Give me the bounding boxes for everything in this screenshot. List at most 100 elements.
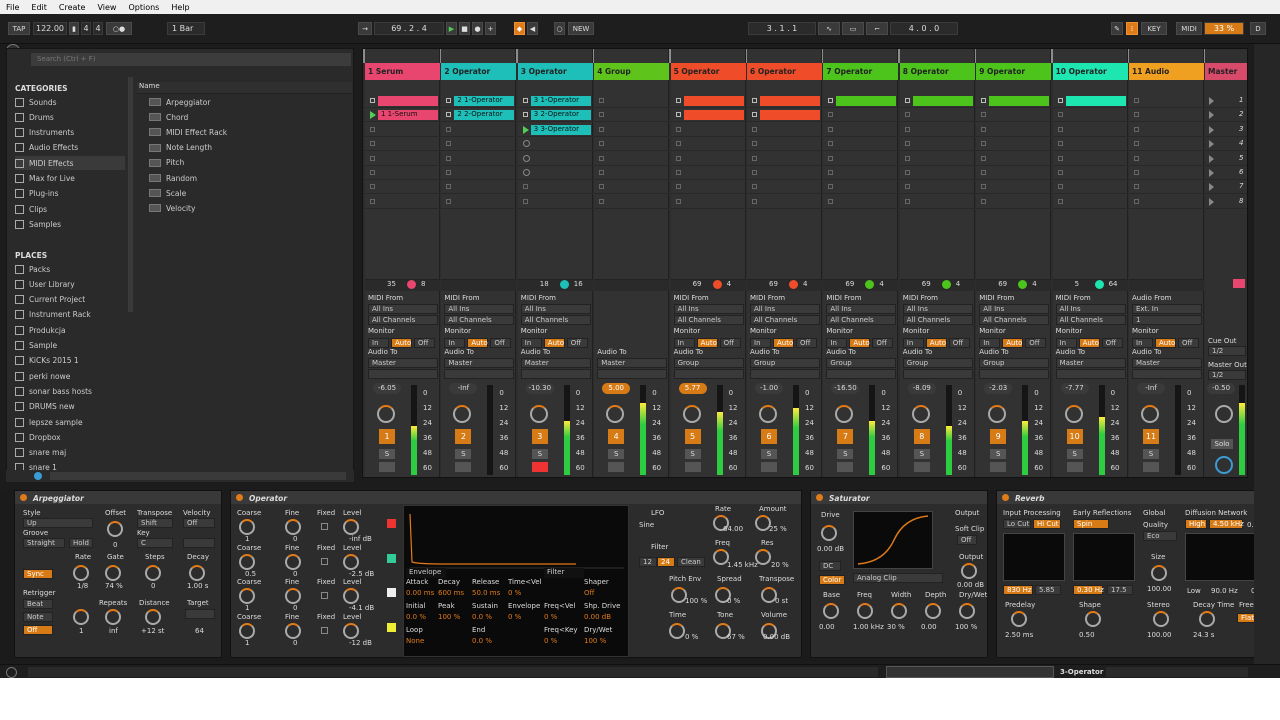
- freqkey-value[interactable]: 0 %: [544, 637, 557, 645]
- solo-button[interactable]: S: [379, 449, 395, 459]
- input-select[interactable]: All Ins: [368, 304, 438, 314]
- arm-button[interactable]: [684, 462, 701, 472]
- solo-button[interactable]: S: [608, 449, 625, 459]
- loop-length[interactable]: 4 . 0 . 0: [890, 22, 958, 35]
- sync-button[interactable]: Sync: [23, 569, 53, 579]
- clip-launch-icon[interactable]: [370, 111, 376, 120]
- clip-slot[interactable]: [1129, 108, 1204, 123]
- volume-value[interactable]: -Inf: [1137, 383, 1165, 394]
- category-midi-effects[interactable]: MIDI Effects: [15, 156, 125, 171]
- low-freq[interactable]: 90.0 Hz: [1211, 587, 1238, 595]
- place-item[interactable]: Instrument Rack: [15, 308, 125, 322]
- input-select[interactable]: All Ins: [673, 304, 744, 314]
- slot-stop-icon[interactable]: [675, 155, 681, 161]
- output-select[interactable]: Group: [750, 358, 820, 368]
- slot-stop-icon[interactable]: [446, 141, 452, 147]
- color-button[interactable]: Color: [819, 575, 845, 585]
- output-sub-select[interactable]: [1132, 369, 1202, 379]
- slot-stop-icon[interactable]: [599, 98, 605, 103]
- high-freq[interactable]: 4.50 kHz: [1209, 519, 1244, 529]
- slot-stop-icon[interactable]: [370, 198, 375, 204]
- track-activator-button[interactable]: 2: [455, 429, 472, 444]
- clip[interactable]: [989, 96, 1050, 106]
- clip-slot[interactable]: [976, 180, 1052, 195]
- monitor-in-button[interactable]: In: [444, 338, 466, 348]
- clip[interactable]: [912, 96, 973, 106]
- shape-value[interactable]: 0.50: [1079, 631, 1095, 639]
- spin-button[interactable]: Spin: [1073, 519, 1109, 529]
- size-knob[interactable]: [1151, 565, 1167, 581]
- pan-knob[interactable]: [529, 405, 548, 423]
- beat-button[interactable]: Beat: [23, 599, 53, 609]
- solo-button[interactable]: S: [837, 449, 854, 459]
- clip-slot[interactable]: [1052, 180, 1128, 195]
- loop-value[interactable]: None: [406, 637, 424, 645]
- clip-slot[interactable]: [441, 195, 517, 209]
- clip-slot[interactable]: [670, 108, 746, 123]
- release-value[interactable]: 50.0 ms: [472, 589, 500, 597]
- scene-row[interactable]: 6: [1205, 166, 1247, 180]
- slot-stop-icon[interactable]: [904, 126, 910, 132]
- level-knob[interactable]: [343, 519, 359, 535]
- clip[interactable]: 3 2-Operator: [530, 110, 591, 121]
- input-select[interactable]: Ext. In: [1132, 304, 1202, 314]
- slot-stop-icon[interactable]: [981, 184, 987, 190]
- offset-knob[interactable]: [107, 521, 123, 537]
- clip-slot[interactable]: [365, 166, 440, 180]
- clip-slot[interactable]: 3 1-Operator: [517, 94, 593, 108]
- slot-stop-icon[interactable]: [1134, 126, 1139, 132]
- file-item[interactable]: MIDI Effect Rack: [137, 125, 352, 139]
- file-item[interactable]: Pitch: [137, 156, 352, 170]
- slot-stop-icon[interactable]: [599, 112, 605, 118]
- place-item[interactable]: Packs: [15, 262, 125, 276]
- scene-row[interactable]: 8: [1205, 195, 1247, 209]
- softclip-button[interactable]: Off: [957, 535, 977, 545]
- decay-value[interactable]: 600 ms: [438, 589, 464, 597]
- clip-slot[interactable]: [670, 137, 746, 152]
- clip-slot[interactable]: [1052, 137, 1128, 152]
- key-button[interactable]: KEY: [1141, 22, 1167, 35]
- clip[interactable]: 3 1-Operator: [530, 96, 591, 106]
- clip[interactable]: [683, 96, 744, 106]
- file-item[interactable]: Random: [137, 171, 352, 185]
- envelope-curve[interactable]: [406, 512, 626, 572]
- place-item[interactable]: Produkcja: [15, 323, 125, 337]
- output-select[interactable]: Group: [673, 358, 744, 368]
- slot-stop-icon[interactable]: [828, 112, 834, 118]
- clip-slot[interactable]: [441, 137, 517, 152]
- slot-stop-icon[interactable]: [828, 170, 834, 175]
- monitor-off-button[interactable]: Off: [719, 338, 741, 348]
- end-value[interactable]: 0.0 %: [472, 637, 492, 645]
- slot-stop-icon[interactable]: [522, 184, 528, 190]
- clip[interactable]: 2 2-Operator: [454, 110, 515, 121]
- pan-knob[interactable]: [1064, 405, 1083, 423]
- channel-select[interactable]: All Channels: [979, 315, 1050, 325]
- scene-row[interactable]: 3: [1205, 123, 1247, 137]
- slot-stop-icon[interactable]: [828, 155, 834, 161]
- channel-select[interactable]: All Channels: [444, 315, 515, 325]
- amount-value[interactable]: 25 %: [769, 525, 787, 533]
- slot-stop-icon[interactable]: [675, 198, 681, 204]
- drywet-knob[interactable]: [959, 603, 975, 619]
- master-volume[interactable]: -0.50: [1207, 383, 1235, 394]
- place-item[interactable]: sonar bass hosts: [15, 384, 125, 398]
- clean-select[interactable]: Clean: [677, 557, 705, 567]
- clip-slot[interactable]: [976, 108, 1052, 123]
- fine-knob[interactable]: [285, 519, 301, 535]
- slot-stop-icon[interactable]: [1134, 198, 1139, 204]
- coarse-value[interactable]: 0.5: [245, 570, 256, 578]
- clip-slot[interactable]: 1 1-Serum: [365, 108, 440, 123]
- pan-knob[interactable]: [988, 405, 1007, 423]
- monitor-in-button[interactable]: In: [673, 338, 695, 348]
- output-sub-select[interactable]: [444, 369, 515, 379]
- decay-value[interactable]: 1.00 s: [187, 582, 208, 590]
- predelay-knob[interactable]: [1011, 611, 1027, 627]
- place-item[interactable]: lepsze sample: [15, 415, 125, 429]
- output-sub-select[interactable]: [750, 369, 820, 379]
- clip-launch-icon[interactable]: [522, 125, 529, 134]
- oscillator-color-swatch[interactable]: [387, 588, 396, 597]
- loop-start[interactable]: 3 . 1 . 1: [748, 22, 816, 35]
- filter-tab[interactable]: Filter: [544, 568, 584, 578]
- style-select[interactable]: Up: [23, 518, 93, 528]
- clip-slot[interactable]: [594, 166, 670, 180]
